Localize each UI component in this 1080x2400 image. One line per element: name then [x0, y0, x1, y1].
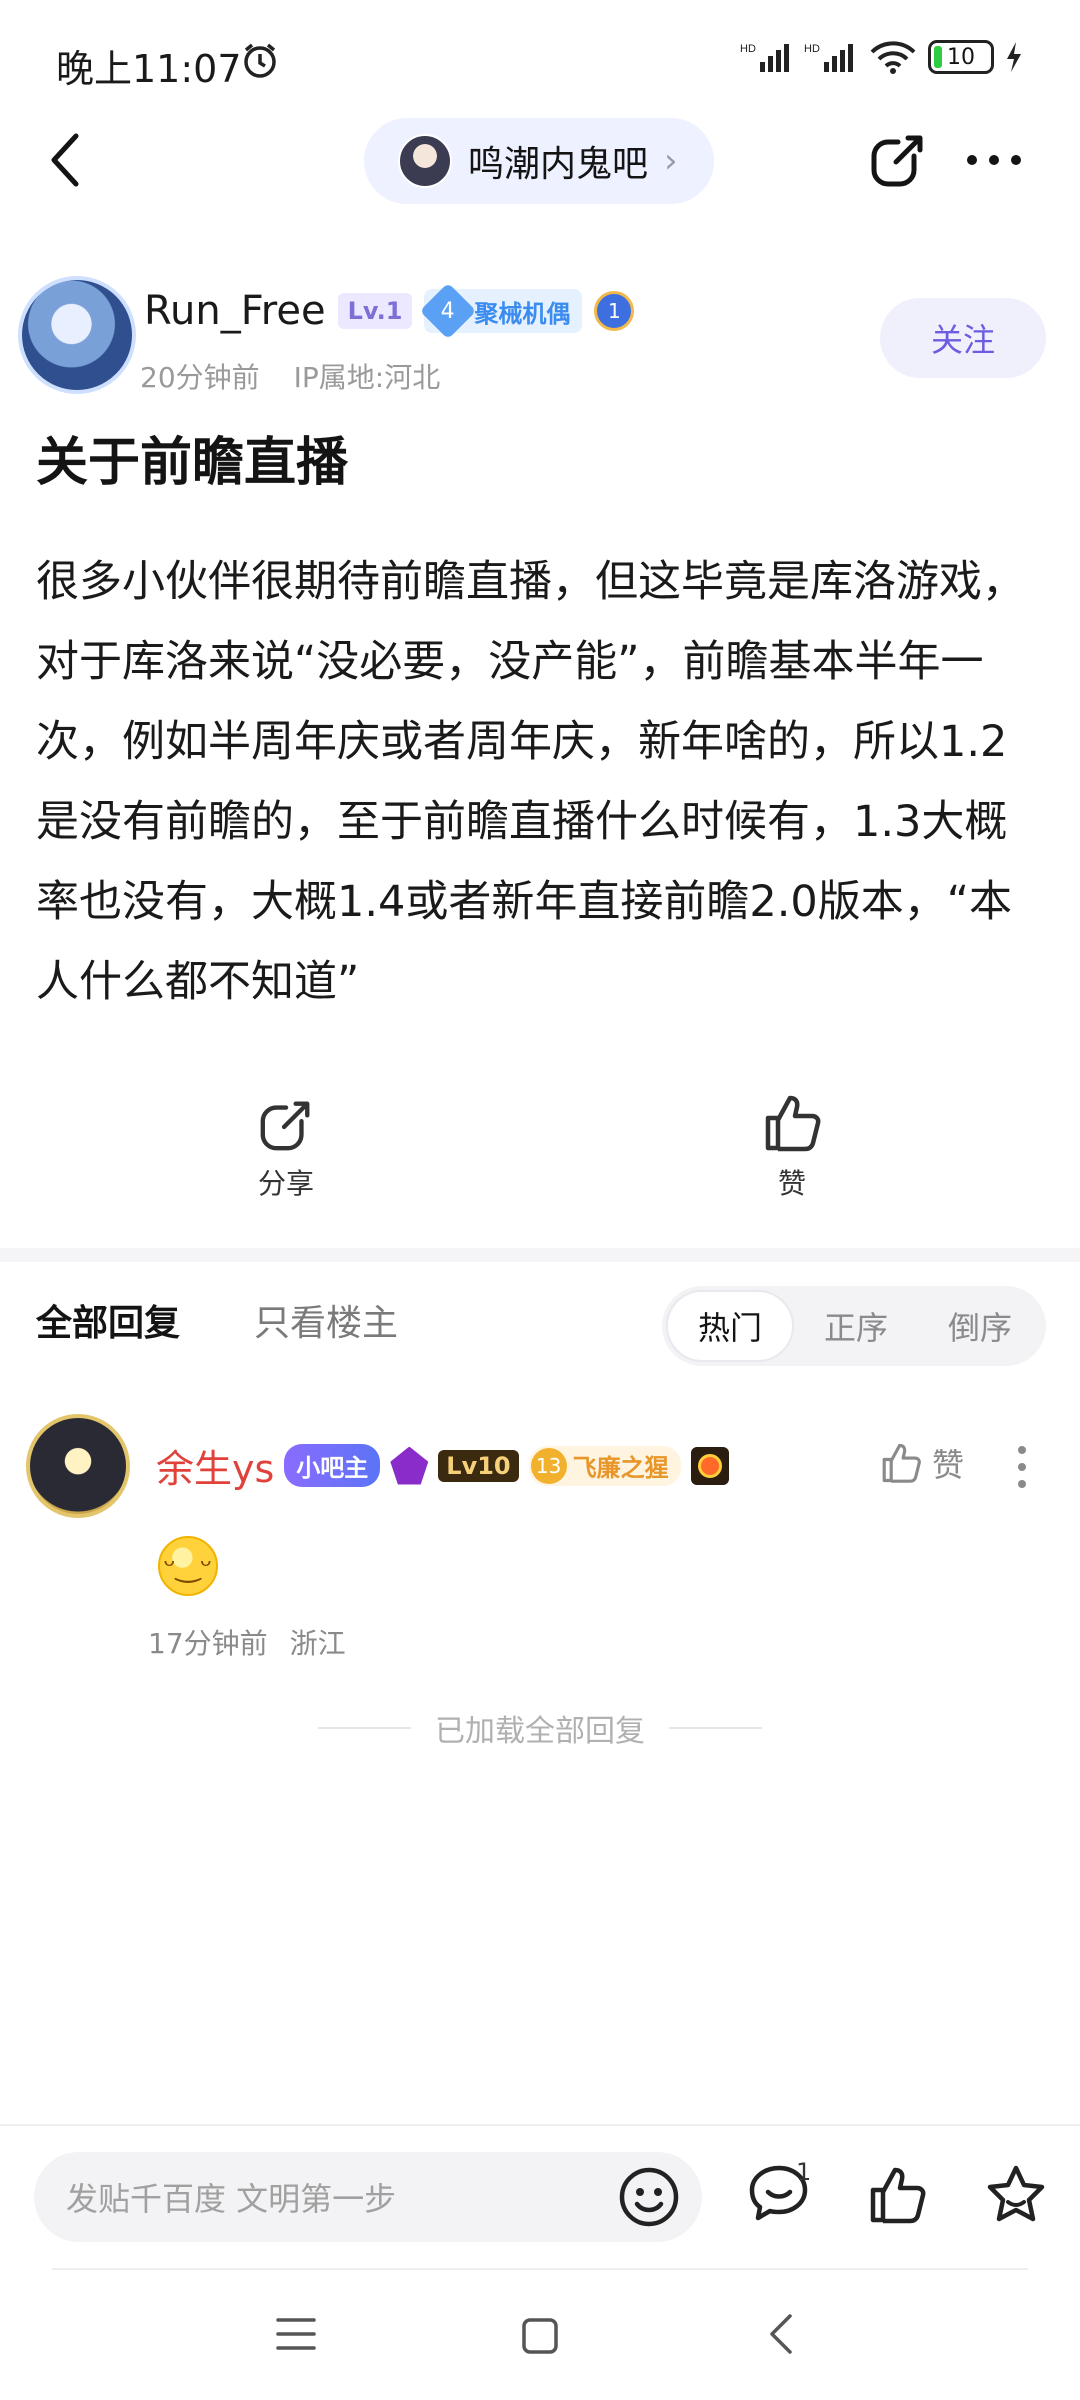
status-time: 晚上11:07: [56, 47, 242, 91]
alarm-icon: [240, 40, 280, 80]
sun-badge-icon: [690, 1446, 729, 1485]
crown-icon: [390, 1446, 429, 1485]
like-action[interactable]: 赞: [752, 1092, 832, 1202]
smile-emoji-icon: ᵕ‿ᵕ: [158, 1536, 218, 1596]
more-icon[interactable]: [964, 152, 1024, 168]
owner-badge: 小吧主: [284, 1444, 381, 1487]
thumb-up-icon: [882, 1443, 921, 1483]
signal-icon: HD: [804, 43, 853, 72]
thumb-up-icon: [765, 1095, 821, 1152]
share-label: 分享: [257, 1167, 314, 1200]
nav-back-icon[interactable]: [768, 2312, 794, 2356]
reply-time: 17分钟前: [148, 1627, 268, 1660]
section-divider: [0, 1248, 1080, 1262]
sort-descending[interactable]: 倒序: [918, 1290, 1042, 1362]
level-badge: Lv.1: [337, 293, 413, 329]
battery-indicator: 10: [928, 40, 994, 74]
star-icon[interactable]: [984, 2164, 1048, 2226]
sort-hot[interactable]: 热门: [666, 1290, 794, 1362]
tab-all-replies[interactable]: 全部回复: [36, 1294, 180, 1346]
honor-badge: 13 飞廉之猩: [528, 1445, 681, 1486]
author-row: Run_Free Lv.1 4 聚械机偶 1: [144, 282, 635, 340]
comment-input[interactable]: 发贴千百度 文明第一步: [34, 2152, 702, 2242]
post-body: 很多小伙伴很期待前瞻直播，但这毕竟是库洛游戏，对于库洛来说“没必要，没产能”，前…: [36, 557, 1025, 1007]
forum-pill[interactable]: 鸣潮内鬼吧 ›: [364, 118, 714, 204]
sort-toggle: 热门 正序 倒序: [662, 1286, 1046, 1366]
status-icons: HD HD 10: [740, 40, 1024, 74]
loaded-all-indicator: 已加载全部回复: [318, 1706, 762, 1750]
bottom-separator: [52, 2268, 1028, 2270]
svg-text:HD: HD: [740, 43, 756, 55]
forum-avatar: [398, 134, 452, 188]
forum-name: 鸣潮内鬼吧: [468, 144, 649, 185]
vertical-more-icon[interactable]: [1014, 1444, 1030, 1490]
menu-icon[interactable]: [276, 2316, 316, 2352]
reply-like-button[interactable]: 赞: [880, 1440, 964, 1486]
honor-number: 13: [530, 1447, 567, 1484]
forum-tag-badge: 4 聚械机偶: [420, 282, 583, 340]
tab-host-only[interactable]: 只看楼主: [254, 1294, 398, 1346]
back-arrow-icon[interactable]: [46, 132, 86, 188]
sort-ascending[interactable]: 正序: [794, 1290, 918, 1362]
reply-username[interactable]: 余生ys: [156, 1438, 274, 1493]
share-icon[interactable]: [868, 130, 928, 190]
like-label: 赞: [777, 1167, 806, 1200]
signal-icon: HD: [740, 43, 789, 72]
comment-placeholder: 发贴千百度 文明第一步: [66, 2180, 397, 2218]
loaded-all-text: 已加载全部回复: [435, 1714, 645, 1749]
share-action[interactable]: 分享: [246, 1096, 326, 1202]
honor-label: 飞廉之猩: [572, 1454, 669, 1482]
reply-like-label: 赞: [932, 1446, 965, 1484]
reply-count: 1: [796, 2158, 812, 2186]
reply-avatar[interactable]: [26, 1414, 130, 1518]
level-badge: Lv10: [438, 1449, 519, 1482]
author-name[interactable]: Run_Free: [144, 288, 326, 334]
chevron-right-icon: ›: [664, 141, 678, 181]
follow-button[interactable]: 关注: [880, 298, 1046, 378]
author-meta: 20分钟前 IP属地:河北: [140, 356, 440, 396]
svg-text:HD: HD: [804, 43, 820, 55]
share-icon: [260, 1101, 310, 1151]
author-avatar[interactable]: [18, 276, 136, 394]
tag-number: 4: [420, 282, 477, 340]
charging-icon: [1007, 42, 1021, 72]
reply-meta: 17分钟前 浙江: [148, 1622, 346, 1662]
tag-label: 聚械机偶: [474, 299, 571, 328]
medal-badge: 1: [594, 291, 635, 331]
home-icon[interactable]: [520, 2316, 560, 2356]
emoji-icon[interactable]: [618, 2166, 680, 2228]
post-time: 20分钟前: [140, 361, 260, 394]
ip-location: IP属地:河北: [293, 361, 441, 394]
thumb-up-icon[interactable]: [866, 2164, 928, 2226]
wifi-icon: [870, 41, 916, 74]
reply-location: 浙江: [289, 1627, 346, 1660]
post-title: 关于前瞻直播: [36, 433, 349, 493]
reply-header: 余生ys 小吧主 Lv10 13 飞廉之猩: [156, 1438, 729, 1493]
